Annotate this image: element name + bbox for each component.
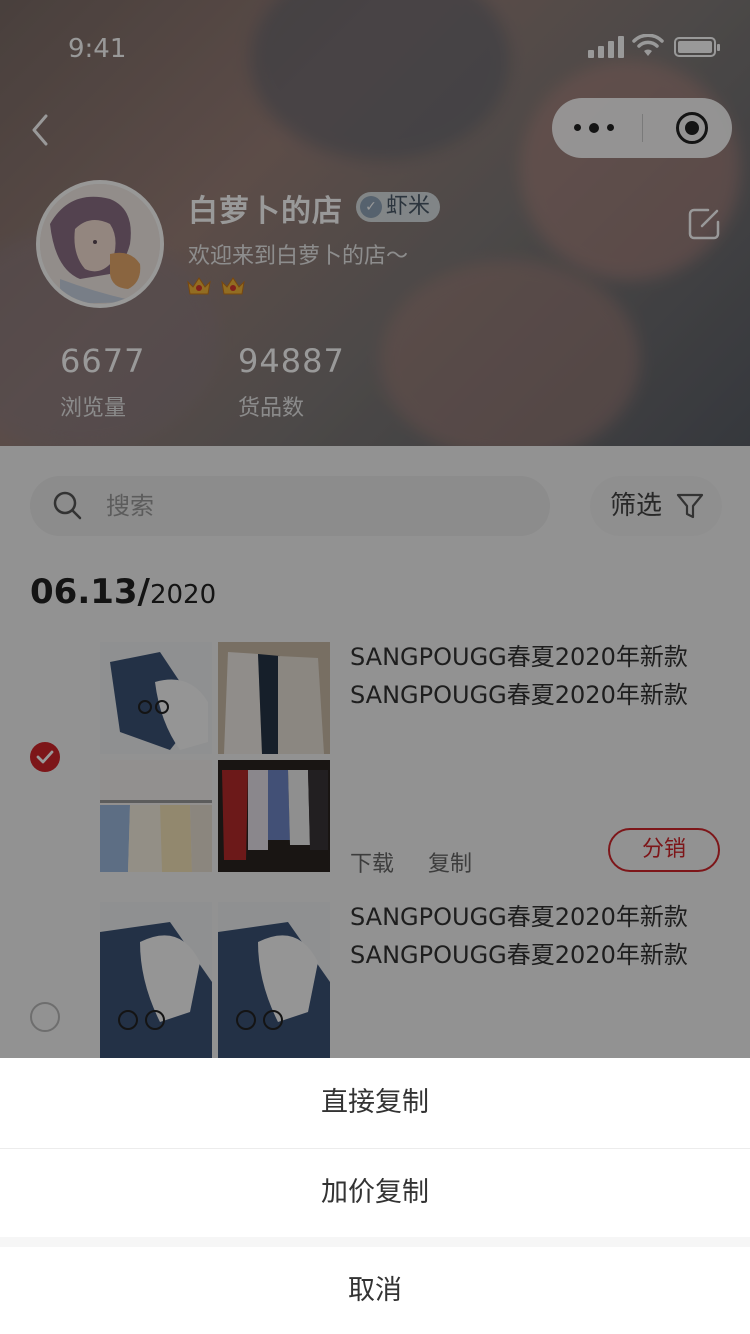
action-sheet: 直接复制 加价复制 取消 <box>0 1058 750 1334</box>
cancel-button[interactable]: 取消 <box>0 1247 750 1334</box>
markup-copy-option[interactable]: 加价复制 <box>0 1149 750 1237</box>
direct-copy-option[interactable]: 直接复制 <box>0 1058 750 1149</box>
